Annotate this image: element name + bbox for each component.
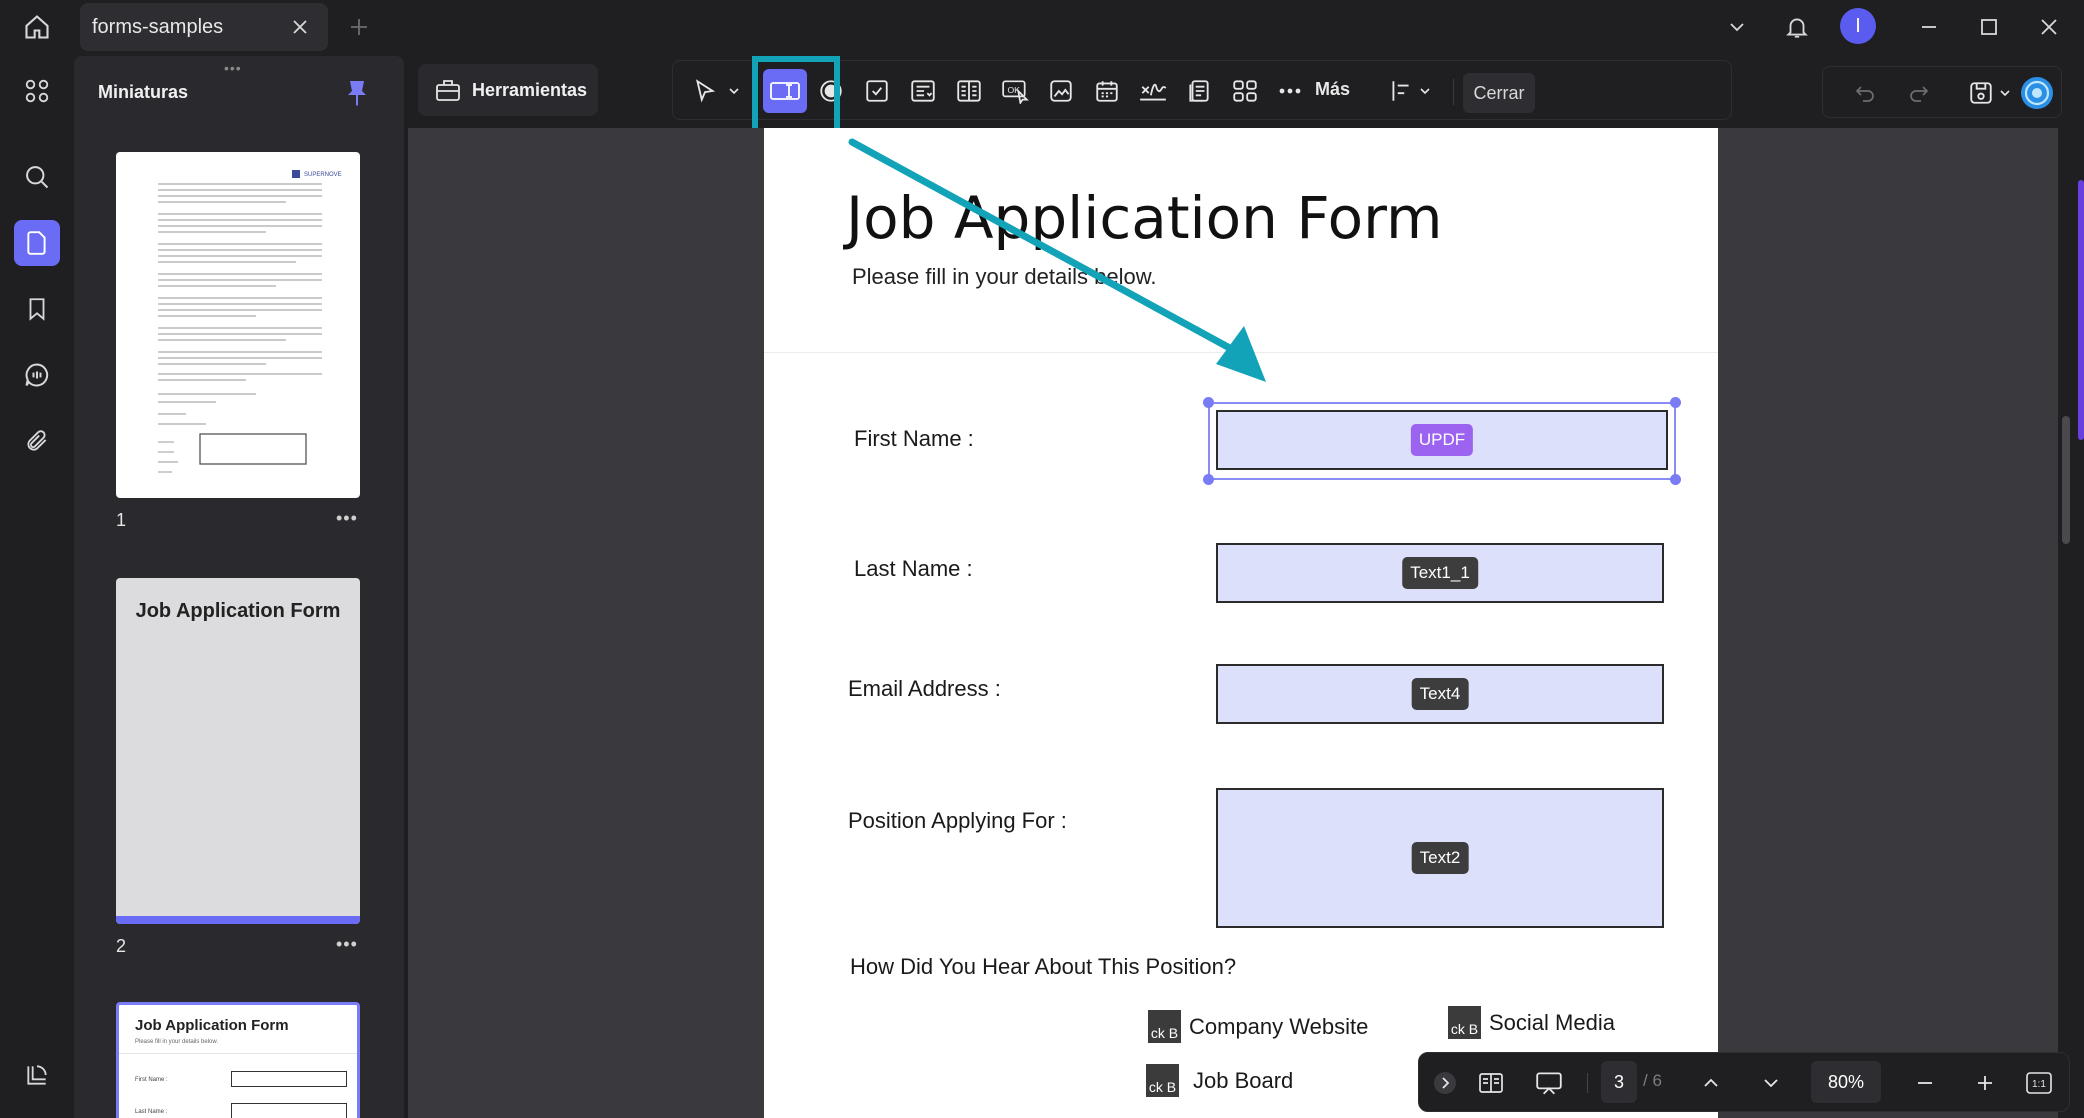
page-thumbnail-3[interactable]: Job Application Form Please fill in your… — [116, 1002, 360, 1118]
thumbnail-title: Job Application Form — [135, 1017, 289, 1034]
checkbox-tool-icon[interactable] — [855, 69, 899, 113]
thumbnail-more-icon[interactable]: ••• — [336, 934, 358, 955]
thumbnail-title: Job Application Form — [135, 600, 341, 622]
tutorial-arrow — [848, 138, 1266, 382]
date-field-tool-icon[interactable] — [1085, 69, 1129, 113]
toolbox-icon — [436, 80, 460, 101]
image-field-tool-icon[interactable] — [1039, 69, 1083, 113]
page-navigation-bar: 3 / 6 80% 1:1 — [1418, 1052, 2070, 1112]
attachment-icon[interactable] — [14, 418, 60, 464]
pin-icon[interactable] — [342, 76, 372, 110]
apps-grid-icon[interactable] — [14, 68, 60, 114]
minimize-icon[interactable] — [1912, 10, 1946, 44]
thumbnail-field-label: First Name : — [135, 1077, 168, 1083]
select-dropdown-icon[interactable] — [723, 69, 745, 113]
thumbnail-page-number: 1 — [116, 510, 127, 530]
comments-icon[interactable] — [14, 352, 60, 398]
selected-page-indicator — [116, 916, 360, 924]
tools-button[interactable]: Herramientas — [418, 64, 598, 116]
redo-icon[interactable] — [1899, 73, 1939, 113]
thumbnail-page-number: 2 — [116, 936, 127, 956]
document-canvas: Job Application Form Please fill in your… — [408, 128, 2058, 1118]
page-layout-icon[interactable] — [1471, 1063, 1511, 1103]
actual-size-icon[interactable]: 1:1 — [2019, 1063, 2059, 1103]
page-thumbnail-2[interactable]: Job Application Form — [116, 578, 360, 924]
ai-assistant-icon[interactable] — [2017, 73, 2057, 113]
expand-nav-icon[interactable] — [1425, 1063, 1465, 1103]
current-page-input[interactable]: 3 — [1601, 1061, 1637, 1103]
thumbnail-more-icon[interactable]: ••• — [336, 508, 358, 529]
search-icon[interactable] — [14, 154, 60, 200]
thumbnail-field-box — [231, 1103, 347, 1118]
svg-text:1:1: 1:1 — [2032, 1079, 2046, 1090]
presentation-icon[interactable] — [1529, 1063, 1569, 1103]
signature-tool-icon[interactable] — [1131, 69, 1175, 113]
vertical-scrollbar[interactable] — [2062, 416, 2070, 544]
highlight-annotation-box — [752, 56, 840, 134]
total-pages: / 6 — [1643, 1071, 1662, 1090]
close-form-mode-button[interactable]: Cerrar — [1463, 73, 1535, 113]
form-fields-copy-icon[interactable] — [1177, 69, 1221, 113]
maximize-icon[interactable] — [1972, 10, 2006, 44]
new-tab-icon[interactable] — [344, 12, 374, 42]
more-dots-icon[interactable] — [1275, 69, 1305, 113]
thumbnail-divider — [119, 1053, 357, 1054]
edit-actions-group — [1822, 66, 2062, 118]
tools-label: Herramientas — [472, 79, 588, 100]
thumbnails-page-icon[interactable] — [14, 220, 60, 266]
undo-icon[interactable] — [1845, 73, 1885, 113]
combo-box-tool-icon[interactable] — [901, 69, 945, 113]
thumbnail-field-label: Last Name : — [135, 1109, 168, 1115]
notification-bell-icon[interactable] — [1780, 10, 1814, 44]
nav-divider — [1587, 1073, 1588, 1093]
panel-grip[interactable]: ••• — [224, 60, 242, 76]
more-label[interactable]: Más — [1315, 79, 1350, 100]
previous-page-icon[interactable] — [1691, 1063, 1731, 1103]
close-tab-icon[interactable] — [288, 15, 312, 39]
next-page-icon[interactable] — [1751, 1063, 1791, 1103]
grid-layout-icon[interactable] — [1223, 69, 1267, 113]
toolbar-divider — [1453, 79, 1454, 105]
layers-icon[interactable] — [14, 1052, 60, 1098]
user-avatar[interactable]: I — [1840, 8, 1876, 44]
button-tool-icon[interactable]: OK — [993, 69, 1037, 113]
thumbnail-subtitle: Please fill in your details below. — [135, 1039, 219, 1045]
align-dropdown-icon[interactable] — [1413, 69, 1437, 113]
select-cursor-icon[interactable] — [683, 69, 727, 113]
thumbnails-panel: ••• Miniaturas SUPERNOVE 1 ••• Job Appli… — [74, 56, 404, 1118]
home-icon[interactable] — [20, 10, 54, 44]
zoom-in-icon[interactable] — [1965, 1063, 2005, 1103]
thumbnail-field-box — [231, 1071, 347, 1087]
zoom-level[interactable]: 80% — [1811, 1061, 1881, 1103]
list-box-tool-icon[interactable] — [947, 69, 991, 113]
close-window-icon[interactable] — [2032, 10, 2066, 44]
zoom-out-icon[interactable] — [1905, 1063, 1945, 1103]
save-dropdown-icon[interactable] — [1993, 73, 2017, 113]
document-tab[interactable]: forms-samples — [80, 3, 328, 51]
title-bar: forms-samples I — [0, 0, 2084, 54]
tab-title: forms-samples — [92, 15, 224, 38]
page-thumbnail-1[interactable]: SUPERNOVE — [116, 152, 360, 498]
thumb1-company-name: SUPERNOVE — [304, 172, 342, 178]
tabs-dropdown-icon[interactable] — [1720, 10, 1754, 44]
side-accent-strip — [2078, 180, 2084, 440]
thumbnails-title: Miniaturas — [98, 82, 189, 102]
left-rail — [0, 56, 72, 1118]
bookmark-icon[interactable] — [14, 286, 60, 332]
